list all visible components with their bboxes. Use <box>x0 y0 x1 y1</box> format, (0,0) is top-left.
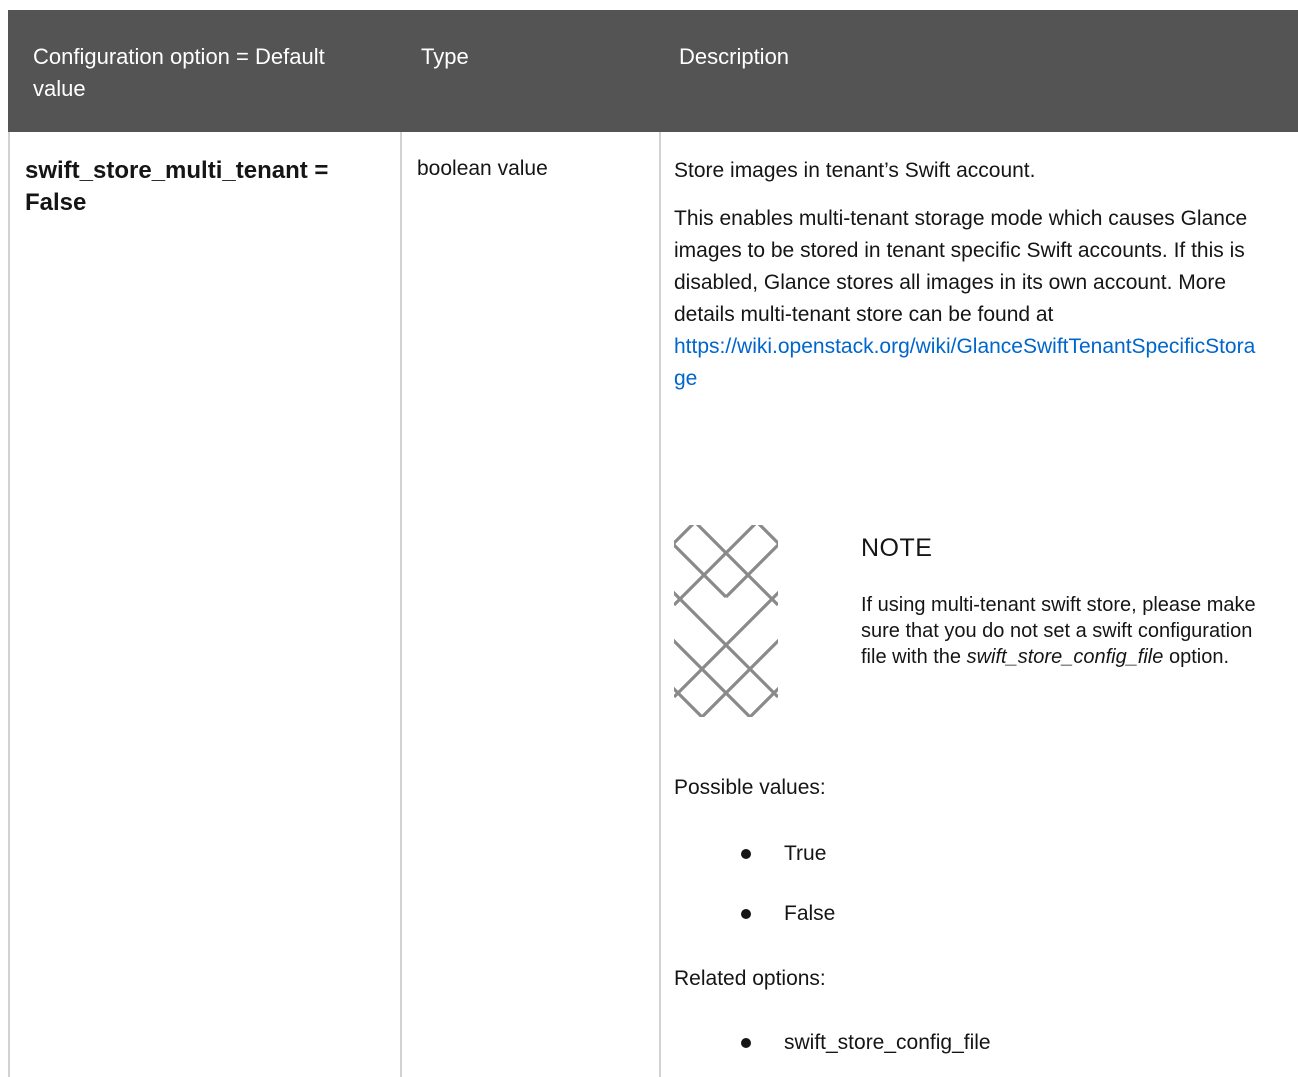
list-item-text: swift_store_config_file <box>784 1031 991 1054</box>
option-name: swift_store_multi_tenant = False <box>25 157 329 216</box>
header-description: Description <box>679 44 790 69</box>
header-type: Type <box>421 44 469 69</box>
bullet-icon <box>741 909 751 919</box>
note-pattern-icon <box>674 525 778 717</box>
column-divider <box>400 132 402 1077</box>
option-description: Store images in tenant’s Swift account. … <box>674 155 1274 395</box>
description-summary: Store images in tenant’s Swift account. <box>674 159 1036 182</box>
note-emphasis: swift_store_config_file <box>966 646 1164 668</box>
list-item-text: True <box>784 842 827 865</box>
column-divider <box>659 132 661 1077</box>
option-type: boolean value <box>417 157 548 180</box>
column-divider <box>8 132 10 1077</box>
note-text-end: option. <box>1163 646 1229 668</box>
list-item-text: False <box>784 902 836 925</box>
note-admonition: NOTE If using multi-tenant swift store, … <box>674 525 1284 725</box>
bullet-icon <box>741 1038 751 1048</box>
note-body: If using multi-tenant swift store, pleas… <box>861 592 1281 670</box>
description-detail: This enables multi-tenant storage mode w… <box>674 203 1264 395</box>
bullet-icon <box>741 849 751 859</box>
wiki-link[interactable]: https://wiki.openstack.org/wiki/GlanceSw… <box>674 335 1255 390</box>
header-option: Configuration option = Default value <box>33 44 325 101</box>
related-options-label: Related options: <box>674 967 826 990</box>
description-detail-text: This enables multi-tenant storage mode w… <box>674 207 1248 326</box>
possible-values-label: Possible values: <box>674 776 826 799</box>
note-title: NOTE <box>861 534 933 562</box>
table-header: Configuration option = Default value Typ… <box>8 10 1298 132</box>
